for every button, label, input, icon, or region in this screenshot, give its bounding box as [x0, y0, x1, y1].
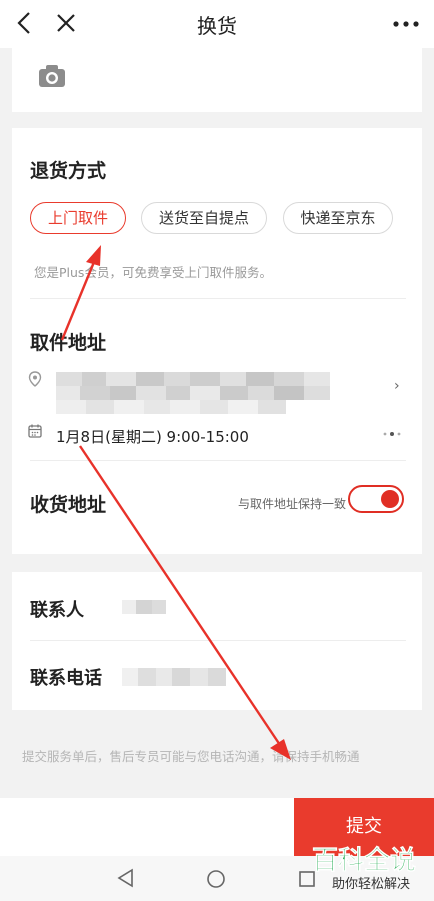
pickup-address-title: 取件地址 [30, 332, 107, 354]
plus-member-hint: 您是Plus会员，可免费享受上门取件服务。 [34, 265, 272, 280]
pickup-time[interactable]: 1月8日(星期二) 9:00-15:00 [56, 426, 249, 447]
watermark-slogan: 助你轻松解决 [331, 877, 410, 892]
divider [30, 460, 406, 461]
page-title: 换货 [197, 14, 237, 38]
camera-icon[interactable] [38, 64, 66, 88]
option-express-to-jd[interactable]: 快递至京东 [283, 202, 393, 234]
same-as-pickup-label: 与取件地址保持一致 [237, 497, 346, 511]
more-icon[interactable] [392, 20, 420, 28]
nav-back-icon[interactable] [116, 868, 136, 888]
return-method-title: 退货方式 [30, 160, 107, 182]
watermark-logo: 百科全说 [311, 846, 417, 877]
location-pin-icon [28, 371, 42, 387]
contact-name-blurred[interactable] [122, 600, 166, 614]
time-more-icon[interactable] [382, 430, 402, 438]
phone-contact-note: 提交服务单后，售后专员可能与您电话沟通，请保持手机畅通 [22, 749, 360, 764]
contact-phone-blurred[interactable] [122, 668, 226, 686]
address-chevron-right-icon[interactable]: › [394, 378, 400, 394]
toggle-knob [381, 490, 399, 508]
divider [30, 640, 406, 641]
delivery-address-title: 收货地址 [30, 494, 107, 516]
return-info-card: 退货方式 上门取件 送货至自提点 快递至京东 您是Plus会员，可免费享受上门取… [12, 128, 422, 554]
contact-phone-label: 联系电话 [30, 668, 102, 689]
photo-upload-card [12, 48, 422, 112]
contact-name-label: 联系人 [30, 600, 84, 621]
top-bar: 换货 [0, 0, 434, 48]
same-as-pickup-toggle[interactable] [348, 485, 404, 513]
pickup-address-blurred[interactable] [56, 372, 332, 414]
divider [30, 298, 406, 299]
contact-card: 联系人 联系电话 [12, 572, 422, 710]
nav-home-icon[interactable] [206, 869, 226, 889]
calendar-icon [28, 424, 42, 438]
option-door-pickup[interactable]: 上门取件 [30, 202, 126, 234]
option-self-pickup-point[interactable]: 送货至自提点 [141, 202, 267, 234]
